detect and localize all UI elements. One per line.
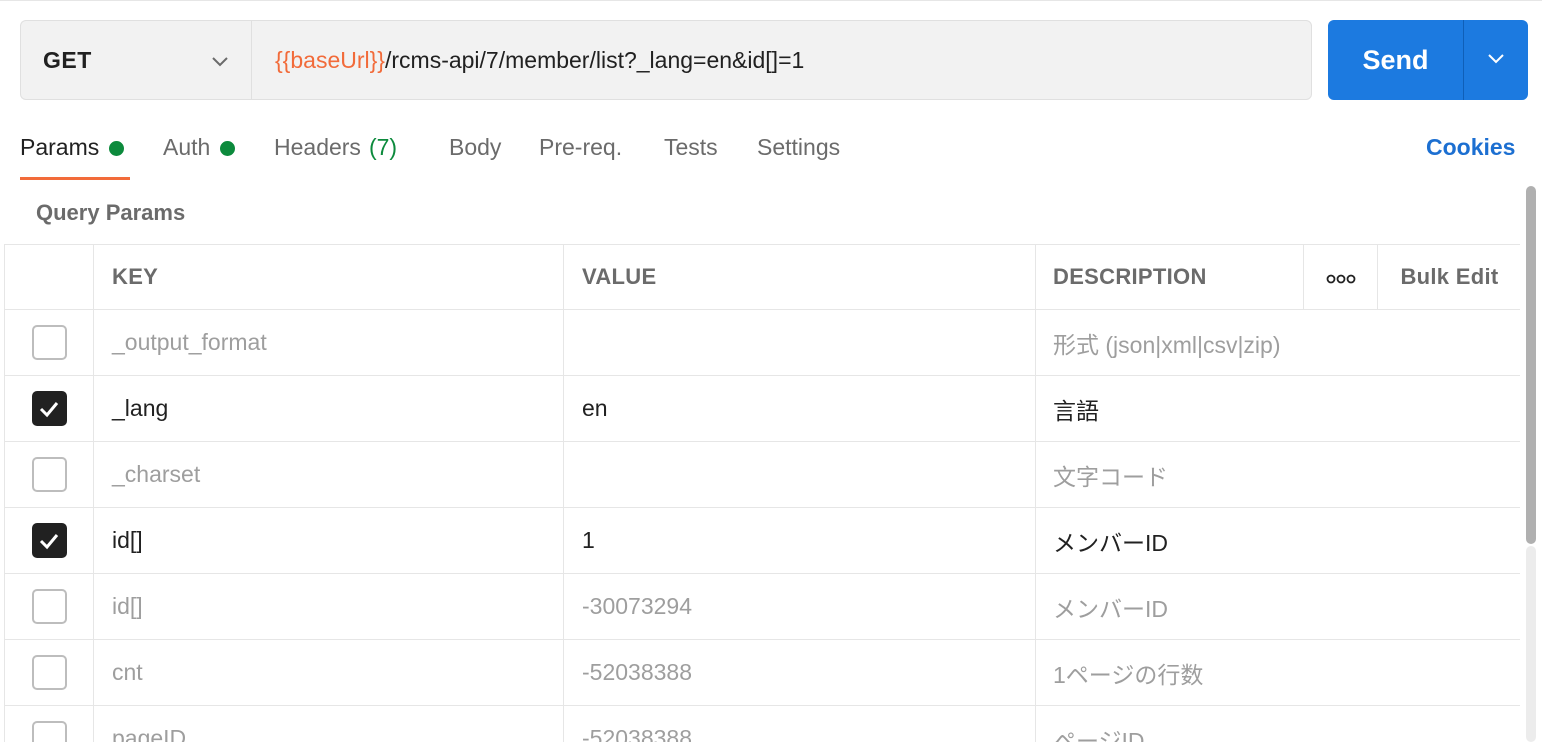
param-description[interactable]: 1ページの行数 — [1036, 640, 1520, 705]
tab-label: Params — [20, 134, 100, 160]
tab-label: Settings — [757, 134, 841, 160]
param-description[interactable]: 言語 — [1036, 376, 1520, 441]
table-row: _lang en 言語 — [5, 376, 1520, 442]
status-dot — [109, 141, 125, 156]
tab-params[interactable]: Params — [20, 126, 163, 180]
header-value: VALUE — [564, 245, 1036, 309]
param-value[interactable] — [564, 310, 1036, 375]
checkmark-icon — [39, 533, 59, 549]
url-input[interactable]: {{baseUrl}}/rcms-api/7/member/list?_lang… — [251, 20, 1312, 100]
table-row: _charset 文字コード — [5, 442, 1520, 508]
url-variable: {{baseUrl}} — [275, 46, 385, 73]
chevron-down-icon — [210, 51, 230, 76]
header-key: KEY — [94, 245, 564, 309]
request-tabs: Params Auth Headers (7) Body Pre-req. Te… — [20, 126, 840, 180]
more-icon — [1326, 264, 1356, 290]
param-key[interactable]: id[] — [94, 574, 564, 639]
table-row: id[] -30073294 メンバーID — [5, 574, 1520, 640]
row-check-cell — [5, 442, 94, 507]
bulk-edit-button[interactable]: Bulk Edit — [1378, 245, 1520, 309]
table-row: cnt -52038388 1ページの行数 — [5, 640, 1520, 706]
param-key[interactable]: _lang — [94, 376, 564, 441]
param-value[interactable]: en — [564, 376, 1036, 441]
param-value[interactable]: -52038388 — [564, 706, 1036, 742]
param-key[interactable]: id[] — [94, 508, 564, 573]
row-checkbox[interactable] — [31, 523, 67, 558]
top-border — [0, 0, 1542, 4]
scrollbar-track[interactable] — [1526, 546, 1536, 742]
send-button-group: Send — [1328, 20, 1528, 100]
param-description[interactable]: メンバーID — [1036, 508, 1520, 573]
tab-body[interactable]: Body — [449, 126, 539, 180]
url-path: /rcms-api/7/member/list?_lang=en&id[]=1 — [384, 46, 805, 73]
row-checkbox[interactable] — [31, 457, 67, 492]
param-description[interactable]: メンバーID — [1036, 574, 1520, 639]
row-checkbox[interactable] — [31, 325, 67, 360]
table-row: id[] 1 メンバーID — [5, 508, 1520, 574]
param-value[interactable]: -30073294 — [564, 574, 1036, 639]
param-value[interactable] — [564, 442, 1036, 507]
tab-pre-request[interactable]: Pre-req. — [539, 126, 664, 180]
row-check-cell — [5, 640, 94, 705]
header-description: DESCRIPTION — [1036, 245, 1304, 309]
query-params-table: KEY VALUE DESCRIPTION Bulk Edit _output_… — [4, 244, 1520, 742]
cookies-link[interactable]: Cookies — [1426, 134, 1515, 161]
tab-label: Tests — [664, 134, 718, 160]
active-tab-underline — [20, 177, 130, 180]
tab-settings[interactable]: Settings — [757, 126, 840, 180]
row-check-cell — [5, 574, 94, 639]
row-checkbox[interactable] — [31, 721, 67, 742]
param-key[interactable]: cnt — [94, 640, 564, 705]
more-options-button[interactable] — [1304, 245, 1378, 309]
tab-label: Pre-req. — [539, 134, 623, 160]
tab-auth[interactable]: Auth — [163, 126, 274, 180]
query-params-title: Query Params — [36, 200, 186, 225]
param-value[interactable]: 1 — [564, 508, 1036, 573]
table-row: pageID -52038388 ページID — [5, 706, 1520, 742]
param-key[interactable]: pageID — [94, 706, 564, 742]
table-header-row: KEY VALUE DESCRIPTION Bulk Edit — [5, 244, 1520, 310]
param-description[interactable]: 形式 (json|xml|csv|zip) — [1036, 310, 1520, 375]
param-key[interactable]: _output_format — [94, 310, 564, 375]
table-row: _output_format 形式 (json|xml|csv|zip) — [5, 310, 1520, 376]
tab-headers[interactable]: Headers (7) — [274, 126, 449, 180]
row-check-cell — [5, 706, 94, 742]
row-checkbox[interactable] — [31, 391, 67, 426]
row-checkbox[interactable] — [31, 655, 67, 690]
tab-label: Headers — [274, 134, 361, 160]
param-value[interactable]: -52038388 — [564, 640, 1036, 705]
chevron-down-icon — [1486, 48, 1506, 73]
row-check-cell — [5, 508, 94, 573]
header-check-column — [5, 245, 94, 309]
method-select[interactable]: GET — [20, 20, 252, 100]
tab-label: Auth — [163, 134, 211, 160]
send-options-button[interactable] — [1464, 20, 1528, 100]
tab-label: Body — [449, 134, 502, 160]
tab-tests[interactable]: Tests — [664, 126, 757, 180]
send-button[interactable]: Send — [1328, 20, 1463, 100]
headers-count: (7) — [368, 134, 398, 160]
param-description[interactable]: 文字コード — [1036, 442, 1520, 507]
checkmark-icon — [39, 401, 59, 417]
row-check-cell — [5, 310, 94, 375]
param-description[interactable]: ページID — [1036, 706, 1520, 742]
method-label: GET — [43, 46, 92, 73]
param-key[interactable]: _charset — [94, 442, 564, 507]
scrollbar-thumb[interactable] — [1526, 186, 1536, 544]
status-dot — [220, 141, 236, 156]
row-checkbox[interactable] — [31, 589, 67, 624]
row-check-cell — [5, 376, 94, 441]
